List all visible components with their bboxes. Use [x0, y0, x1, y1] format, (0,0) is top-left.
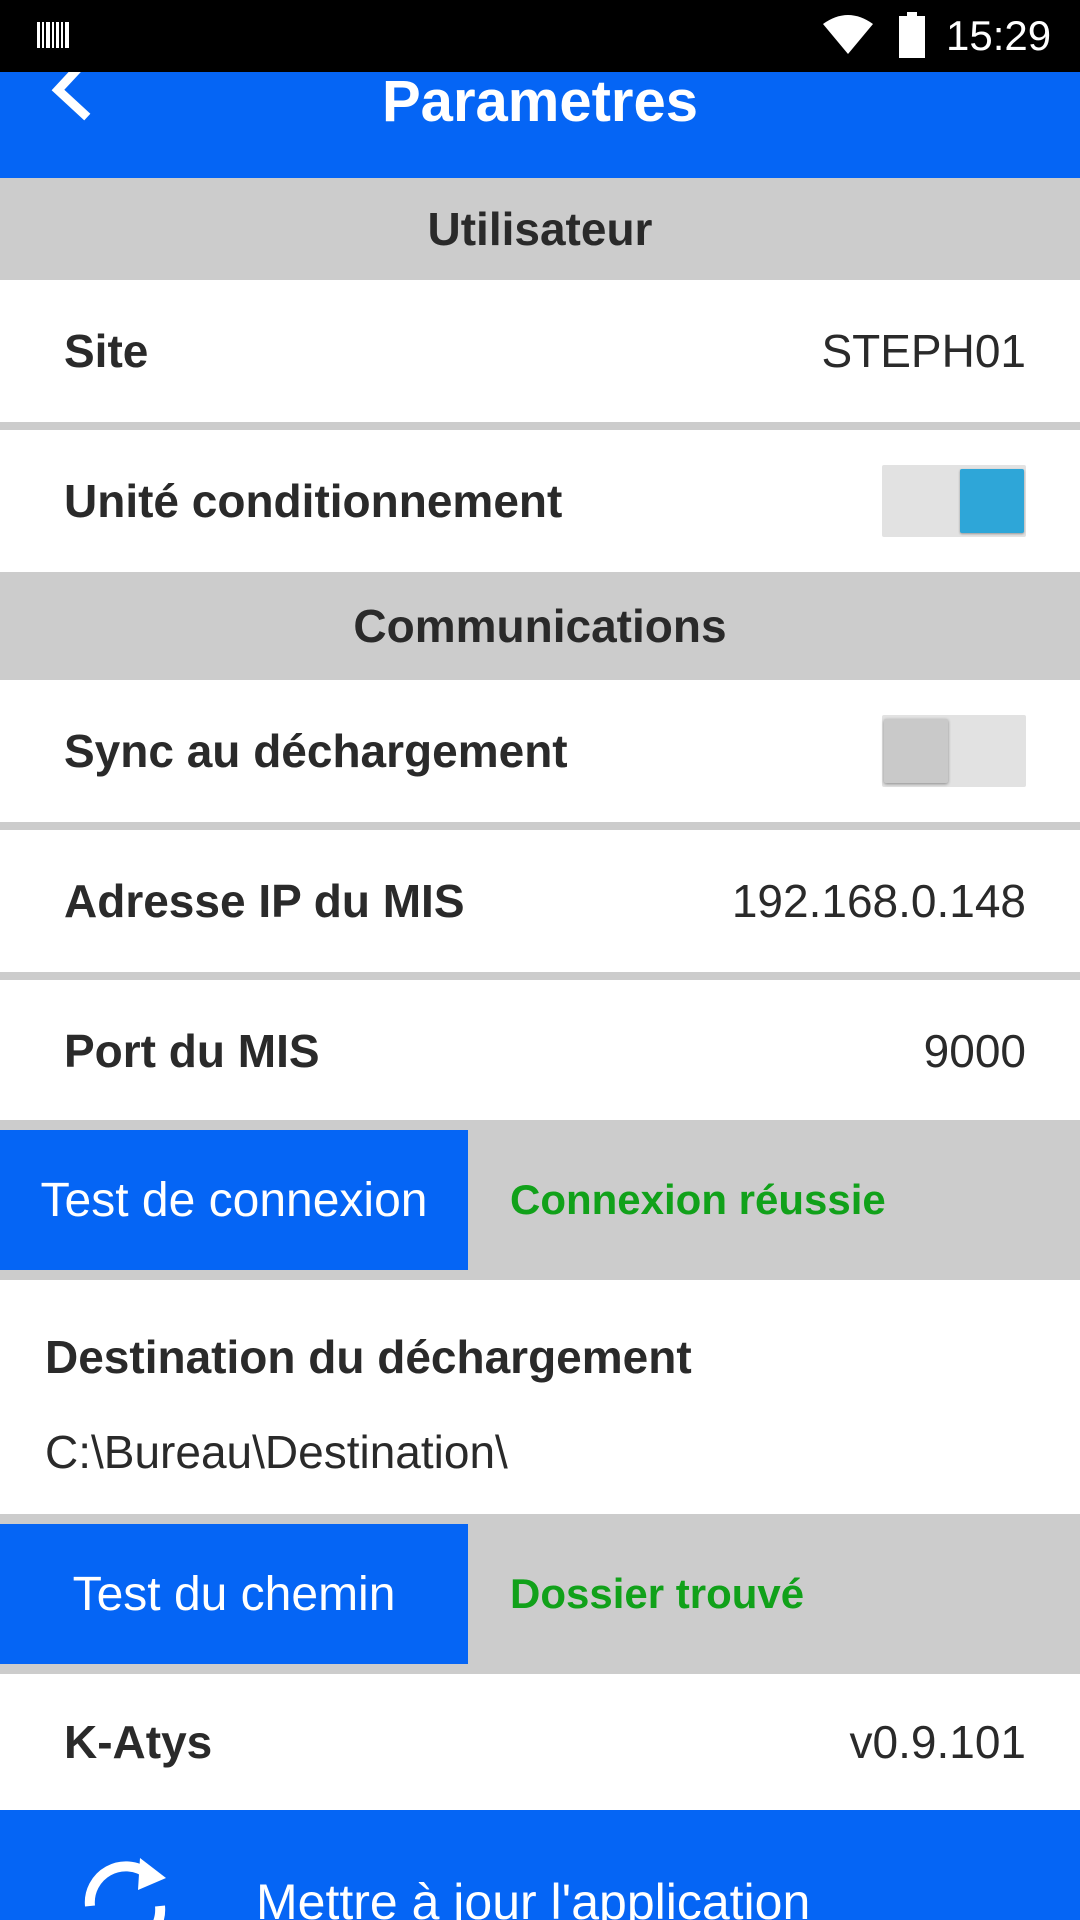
setting-row-site[interactable]: Site STEPH01	[0, 280, 1080, 422]
status-bar: 15:29	[0, 0, 1080, 72]
connection-test-strip: Test de connexion Connexion réussie	[0, 1120, 1080, 1280]
update-app-button[interactable]: Mettre à jour l'application	[0, 1810, 1080, 1920]
page-title: Parametres	[382, 72, 698, 134]
section-header-communications: Communications	[0, 572, 1080, 680]
toggle-knob	[884, 719, 948, 783]
app-bar: Parametres	[0, 72, 1080, 178]
setting-row-port[interactable]: Port du MIS 9000	[0, 980, 1080, 1122]
section-header-user: Utilisateur	[0, 178, 1080, 280]
setting-row-unit: Unité conditionnement	[0, 430, 1080, 572]
barcode-icon	[37, 22, 69, 48]
setting-label: Sync au déchargement	[64, 725, 568, 777]
path-test-strip: Test du chemin Dossier trouvé	[0, 1514, 1080, 1674]
path-status: Dossier trouvé	[510, 1570, 805, 1617]
connection-status: Connexion réussie	[510, 1176, 886, 1223]
wifi-icon	[823, 15, 873, 54]
divider	[0, 972, 1080, 980]
sync-toggle[interactable]	[882, 715, 1026, 787]
setting-value: STEPH01	[821, 325, 1026, 377]
setting-label: Unité conditionnement	[64, 475, 563, 527]
divider	[0, 822, 1080, 830]
toggle-knob	[960, 469, 1024, 533]
setting-label: Adresse IP du MIS	[64, 875, 465, 927]
clock: 15:29	[946, 12, 1052, 59]
update-label: Mettre à jour l'application	[256, 1874, 811, 1920]
refresh-icon	[84, 1858, 166, 1920]
setting-label: Site	[64, 325, 149, 377]
test-connection-button[interactable]: Test de connexion	[0, 1130, 468, 1270]
setting-value: 192.168.0.148	[731, 875, 1026, 927]
divider	[0, 422, 1080, 430]
setting-value: 9000	[923, 1025, 1026, 1077]
destination-path: C:\Bureau\Destination\	[45, 1426, 508, 1478]
unit-toggle[interactable]	[882, 465, 1026, 537]
setting-label: Port du MIS	[64, 1025, 320, 1077]
destination-title: Destination du déchargement	[45, 1331, 692, 1383]
setting-row-ip[interactable]: Adresse IP du MIS 192.168.0.148	[0, 830, 1080, 972]
app-name: K-Atys	[64, 1716, 213, 1768]
app-info-row: K-Atys v0.9.101	[0, 1674, 1080, 1810]
test-path-button[interactable]: Test du chemin	[0, 1524, 468, 1664]
setting-row-sync: Sync au déchargement	[0, 680, 1080, 822]
battery-icon	[899, 12, 925, 58]
app-version: v0.9.101	[849, 1716, 1026, 1768]
destination-block[interactable]: Destination du déchargement C:\Bureau\De…	[0, 1280, 1080, 1516]
